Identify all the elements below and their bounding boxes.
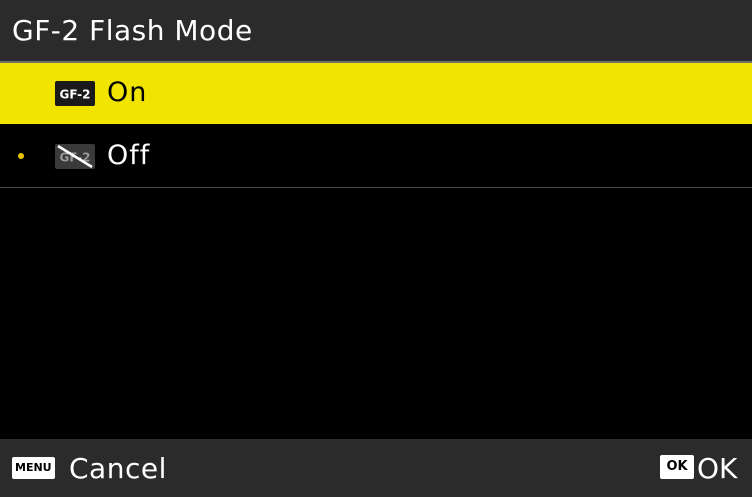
option-off[interactable]: GF-2 Off [0, 126, 752, 187]
option-label: On [107, 77, 148, 108]
ok-button-icon[interactable]: OK [660, 455, 694, 479]
gf2-flash-on-icon: GF-2 [55, 81, 95, 106]
svg-text:GF-2: GF-2 [59, 88, 90, 102]
row-divider [0, 187, 752, 188]
cancel-label[interactable]: Cancel [69, 452, 167, 486]
option-on[interactable]: GF-2 On [0, 63, 752, 124]
gf2-flash-off-icon: GF-2 [55, 144, 95, 169]
option-label: Off [107, 140, 151, 171]
page-title: GF-2 Flash Mode [12, 14, 253, 47]
menu-button-icon[interactable]: MENU [12, 457, 55, 479]
menu-header: GF-2 Flash Mode [0, 0, 752, 61]
current-setting-indicator [18, 153, 24, 159]
ok-label[interactable]: OK [697, 452, 737, 486]
camera-menu-screen: GF-2 Flash Mode GF-2 On GF-2 Off MENU Ca… [0, 0, 752, 497]
footer-bar: MENU Cancel OK OK [0, 439, 752, 497]
